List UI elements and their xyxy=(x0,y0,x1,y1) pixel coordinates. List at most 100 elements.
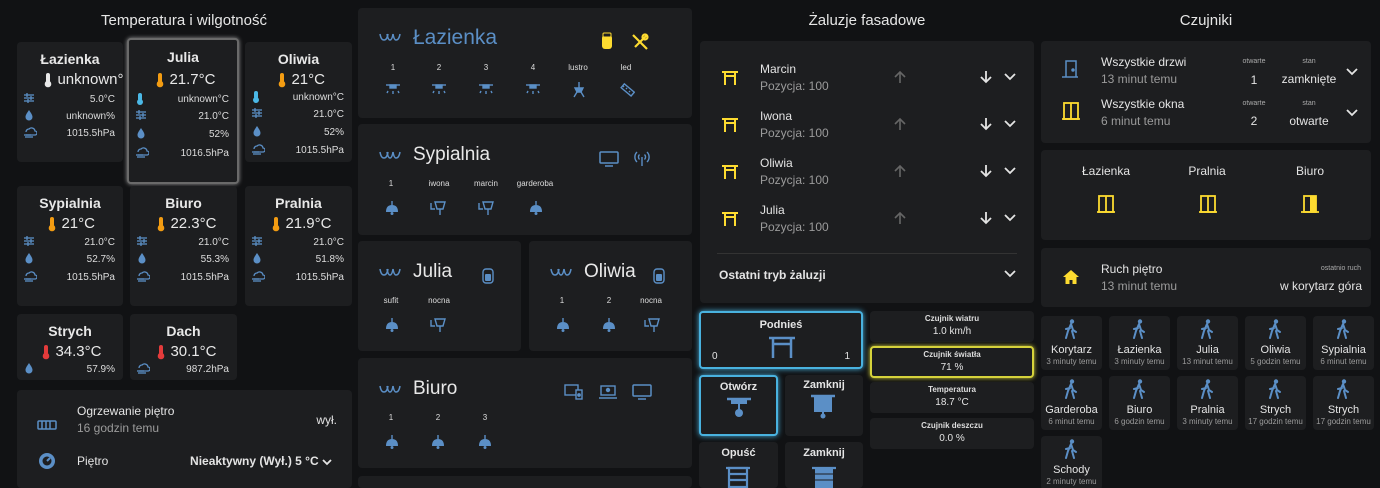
room-card-strych[interactable]: Strych 34.3°C 57.9% xyxy=(17,314,123,380)
room-card-pralnia[interactable]: Pralnia 21.9°C 21.0°C 51.8% 1015.5hPa xyxy=(245,186,352,306)
chevron-down-icon[interactable] xyxy=(1004,214,1016,222)
rain-sensor[interactable]: Czujnik deszczu 0.0 % xyxy=(870,418,1034,449)
door-open-icon[interactable] xyxy=(1301,195,1319,213)
ceiling-lamp-icon[interactable] xyxy=(555,318,571,332)
ceiling-lamp-icon[interactable] xyxy=(384,318,400,332)
arrow-down-icon[interactable] xyxy=(979,211,993,225)
arrow-up-icon[interactable] xyxy=(893,70,907,84)
room-card-oliwia[interactable]: Oliwia 21°C unknown°C 21.0°C 52% 1015.5h… xyxy=(245,42,352,162)
last-blind-mode-label[interactable]: Ostatni tryb żaluzji xyxy=(719,268,826,282)
arrow-up-icon[interactable] xyxy=(893,211,907,225)
ceiling-lamp-icon[interactable] xyxy=(601,318,617,332)
motion-tile[interactable]: Korytarz 3 minuty temu xyxy=(1041,316,1102,370)
thermometer-icon xyxy=(47,216,57,232)
motion-tile[interactable]: Biuro 6 godzin temu xyxy=(1109,376,1170,430)
motion-tile[interactable]: Strych 17 godzin temu xyxy=(1313,376,1374,430)
ceiling-lights-icon xyxy=(378,148,402,162)
monitor-icon[interactable] xyxy=(632,384,652,400)
temperature-sensor[interactable]: Temperatura 18.7 °C xyxy=(870,382,1034,413)
room-card-lazienka[interactable]: Łazienka unknown° 5.0°C unknown% 1015.5h… xyxy=(17,42,124,162)
arrow-down-icon[interactable] xyxy=(979,164,993,178)
wall-lamp-icon[interactable] xyxy=(478,200,496,216)
arrow-down-icon[interactable] xyxy=(979,117,993,131)
wind-sensor[interactable]: Czujnik wiatru 1.0 km/h xyxy=(870,311,1034,342)
lights-title[interactable]: Sypialnia xyxy=(413,144,490,166)
ceiling-lamp-icon[interactable] xyxy=(384,201,400,215)
blind-name[interactable]: Julia xyxy=(760,203,785,217)
chevron-down-icon[interactable] xyxy=(1346,68,1358,76)
window-icon[interactable] xyxy=(1097,195,1115,213)
lights-title[interactable]: Oliwia xyxy=(584,261,636,283)
ceiling-lamp-icon[interactable] xyxy=(528,201,544,215)
motion-tile[interactable]: Strych 17 godzin temu xyxy=(1245,376,1306,430)
blind-name[interactable]: Oliwia xyxy=(760,156,793,170)
chevron-down-icon[interactable] xyxy=(1004,167,1016,175)
mirror-lamp-icon[interactable] xyxy=(572,82,586,98)
light-sensor[interactable]: Czujnik światła 71 % xyxy=(870,346,1034,378)
ceiling-lamp-icon[interactable] xyxy=(384,435,400,449)
room-card-sypialnia[interactable]: Sypialnia 21°C 21.0°C 52.7% 1015.5hPa xyxy=(17,186,123,306)
tools-icon[interactable] xyxy=(631,33,649,51)
wall-lamp-icon[interactable] xyxy=(644,317,662,333)
light-label: led xyxy=(620,63,632,72)
raise-button[interactable]: Podnieś 0 1 xyxy=(699,311,863,369)
arrow-up-icon[interactable] xyxy=(893,164,907,178)
motion-tile[interactable]: Schody 2 minuty temu xyxy=(1041,436,1102,488)
antenna-icon[interactable] xyxy=(633,150,651,166)
blind-name[interactable]: Marcin xyxy=(760,62,796,76)
lower-button[interactable]: Opuść xyxy=(699,442,778,488)
arrow-up-icon[interactable] xyxy=(893,117,907,131)
motion-tile[interactable]: Julia 13 minut temu xyxy=(1177,316,1238,370)
cylinder-icon[interactable] xyxy=(601,32,613,50)
blind-name[interactable]: Iwona xyxy=(760,109,792,123)
light-label: nocna xyxy=(640,296,662,305)
wall-lamp-icon[interactable] xyxy=(430,200,448,216)
motion-tile[interactable]: Pralnia 3 minuty temu xyxy=(1177,376,1238,430)
chevron-down-icon[interactable] xyxy=(1004,120,1016,128)
computer-icon[interactable] xyxy=(564,384,584,400)
ceiling-spot-icon[interactable] xyxy=(478,83,494,95)
humidity-icon xyxy=(23,109,35,121)
thermostat-icon xyxy=(23,92,35,104)
tv-icon[interactable] xyxy=(599,151,619,167)
heating-state[interactable]: wył. xyxy=(316,413,337,427)
room-temperature: 22.3°C xyxy=(170,215,217,232)
close-button-2[interactable]: Zamknij xyxy=(785,442,863,488)
motion-name[interactable]: Ruch piętro xyxy=(1101,262,1162,276)
open-button[interactable]: Otwórz xyxy=(699,375,778,436)
chevron-down-icon[interactable] xyxy=(1004,73,1016,81)
cylinder-icon[interactable] xyxy=(482,266,494,284)
wall-lamp-icon[interactable] xyxy=(430,317,448,333)
laptop-icon[interactable] xyxy=(598,384,618,400)
window-icon[interactable] xyxy=(1199,195,1217,213)
walking-person-icon xyxy=(1064,319,1078,339)
motion-tile[interactable]: Łazienka 3 minuty temu xyxy=(1109,316,1170,370)
room-card-dach[interactable]: Dach 30.1°C 987.2hPa xyxy=(130,314,237,380)
chevron-down-icon[interactable] xyxy=(1004,270,1016,278)
lights-title[interactable]: Biuro xyxy=(413,378,457,400)
motion-tile[interactable]: Sypialnia 6 minut temu xyxy=(1313,316,1374,370)
close-button[interactable]: Zamknij xyxy=(785,375,863,436)
target-temp: 21.0°C xyxy=(313,237,344,248)
cylinder-icon[interactable] xyxy=(653,266,665,284)
room-card-julia[interactable]: Julia 21.7°C unknown°C 21.0°C 52% 1016.5… xyxy=(127,38,239,184)
arrow-down-icon[interactable] xyxy=(979,70,993,84)
ceiling-spot-icon[interactable] xyxy=(525,83,541,95)
ceiling-lamp-icon[interactable] xyxy=(477,435,493,449)
motion-tile[interactable]: Oliwia 5 godzin temu xyxy=(1245,316,1306,370)
floor-mode-select[interactable]: Nieaktywny (Wył.) 5 °C xyxy=(190,454,332,468)
led-strip-icon[interactable] xyxy=(619,82,635,98)
ceiling-spot-icon[interactable] xyxy=(431,83,447,95)
pressure-value: 1015.5hPa xyxy=(66,128,115,139)
ceiling-lamp-icon[interactable] xyxy=(430,435,446,449)
doors-name[interactable]: Wszystkie drzwi xyxy=(1101,55,1186,69)
windows-name[interactable]: Wszystkie okna xyxy=(1101,97,1184,111)
motion-tile[interactable]: Garderoba 6 minut temu xyxy=(1041,376,1102,430)
chevron-down-icon[interactable] xyxy=(1346,109,1358,117)
room-card-biuro[interactable]: Biuro 22.3°C 21.0°C 55.3% 1015.5hPa xyxy=(130,186,237,306)
heating-name[interactable]: Ogrzewanie piętro xyxy=(77,404,174,418)
lights-title[interactable]: Julia xyxy=(413,261,452,283)
lights-title[interactable]: Łazienka xyxy=(413,26,497,50)
ceiling-spot-icon[interactable] xyxy=(385,83,401,95)
windows-time: 6 minut temu xyxy=(1101,114,1171,128)
